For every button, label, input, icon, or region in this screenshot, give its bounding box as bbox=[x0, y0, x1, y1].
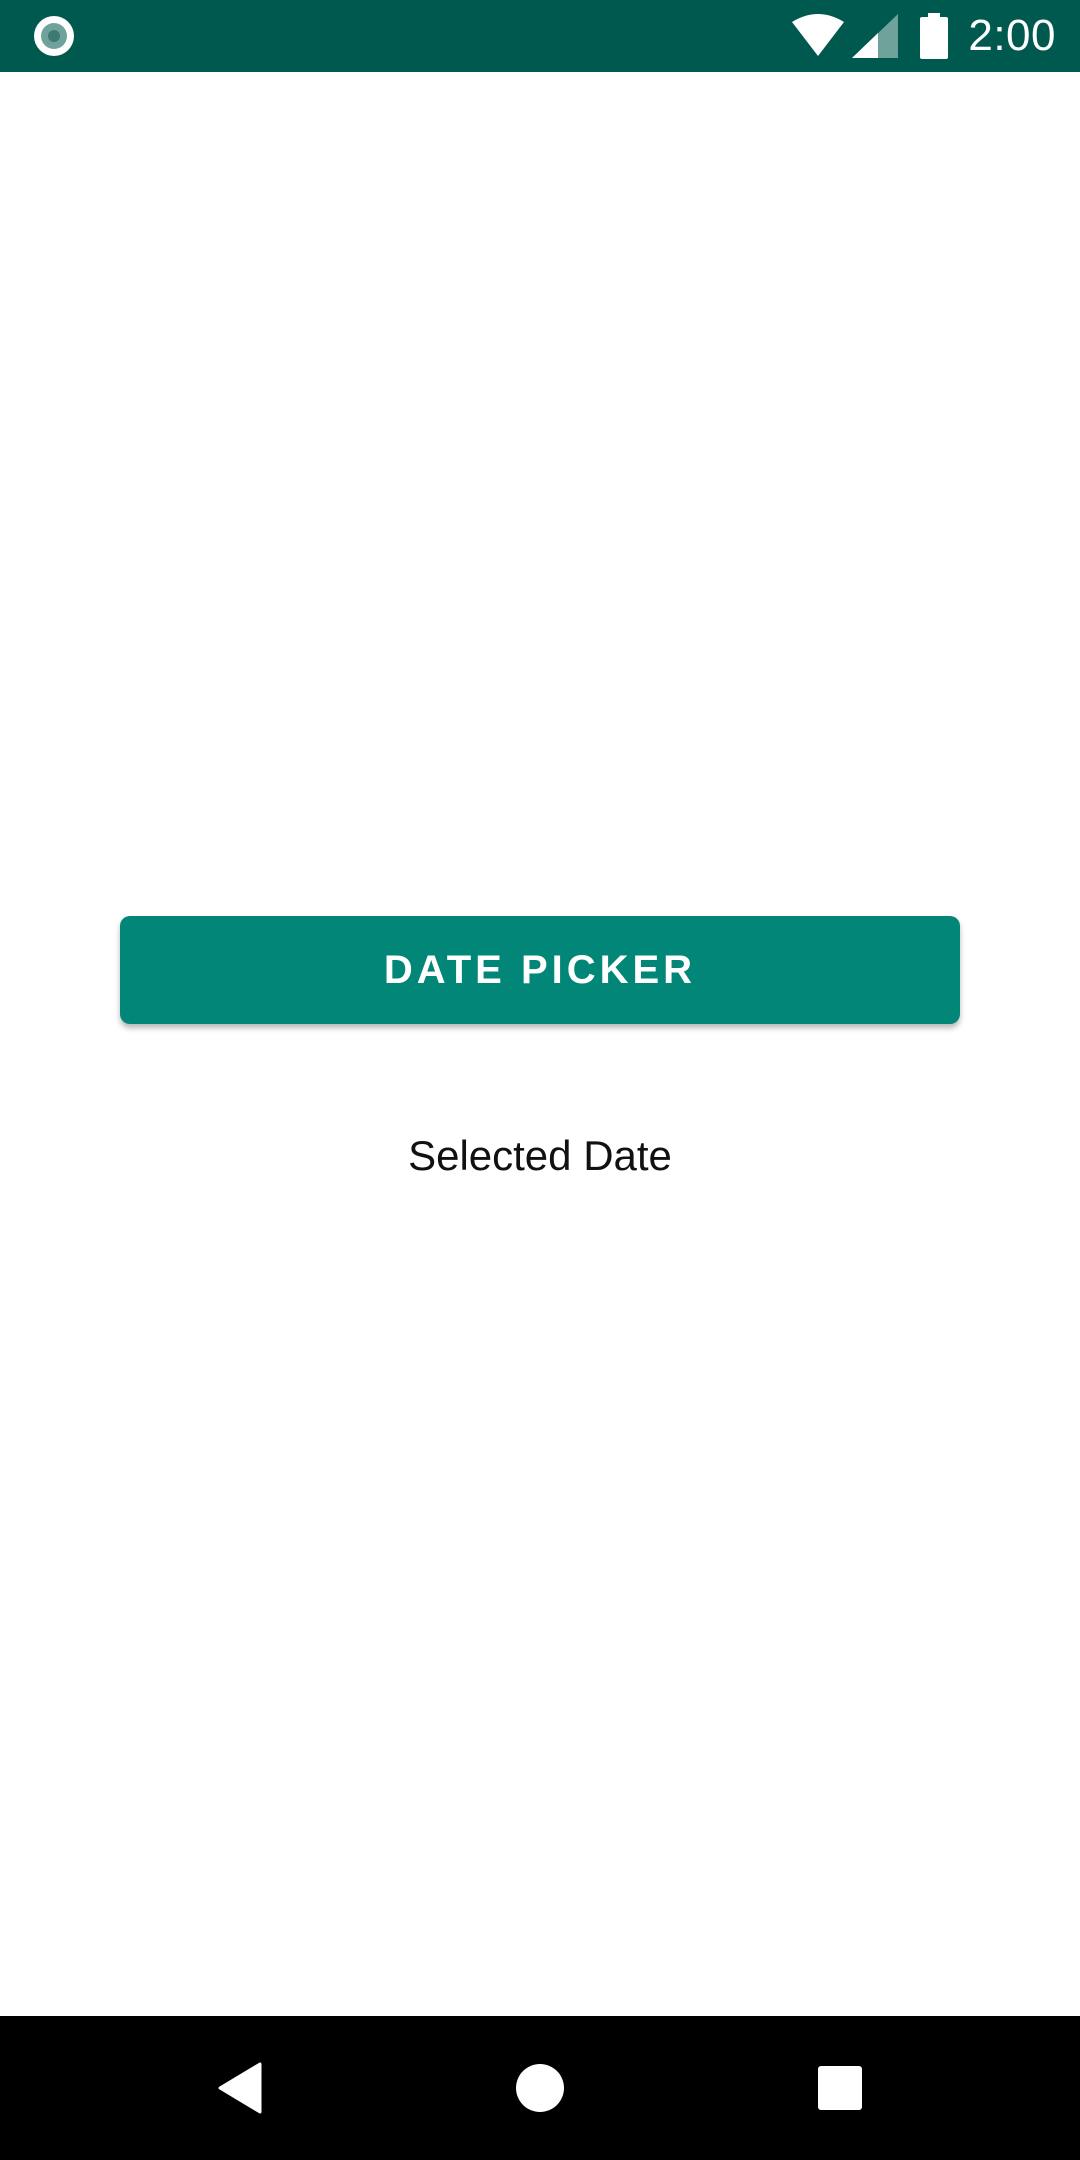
status-time: 2:00 bbox=[968, 11, 1056, 60]
battery-icon bbox=[920, 13, 949, 59]
main-content: DATE PICKER Selected Date bbox=[0, 72, 1080, 2016]
selected-date-label: Selected Date bbox=[408, 1132, 672, 1179]
home-icon bbox=[516, 2064, 564, 2112]
home-button[interactable] bbox=[460, 2016, 620, 2160]
back-button[interactable] bbox=[160, 2016, 320, 2160]
cellular-signal-icon bbox=[852, 14, 899, 58]
recents-icon bbox=[818, 2066, 862, 2110]
screen: 2:00 DATE PICKER Selected Date bbox=[0, 0, 1080, 2160]
status-icons: 2:00 bbox=[790, 0, 1056, 72]
status-bar: 2:00 bbox=[0, 0, 1080, 72]
recents-button[interactable] bbox=[760, 2016, 920, 2160]
back-icon bbox=[218, 2062, 262, 2114]
record-indicator-icon bbox=[32, 14, 76, 58]
wifi-icon bbox=[792, 14, 845, 56]
navigation-bar bbox=[0, 2016, 1080, 2160]
date-picker-button[interactable]: DATE PICKER bbox=[120, 916, 960, 1024]
